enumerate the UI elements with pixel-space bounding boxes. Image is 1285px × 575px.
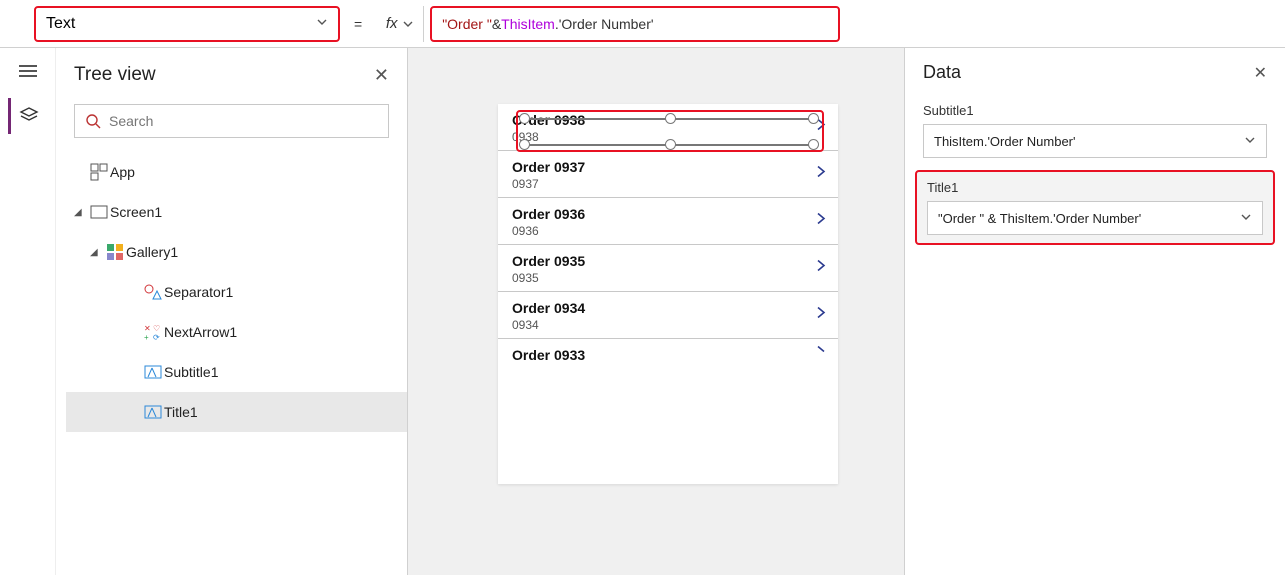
close-icon[interactable]: ✕ xyxy=(1254,63,1267,83)
resize-handle[interactable] xyxy=(519,139,530,150)
close-icon[interactable]: ✕ xyxy=(374,65,389,86)
selection-top-edge xyxy=(524,118,814,120)
property-dropdown[interactable]: Text xyxy=(34,6,340,42)
chevron-right-icon[interactable] xyxy=(814,259,828,278)
chevron-down-icon xyxy=(1240,211,1252,226)
formula-token-string: "Order " xyxy=(442,16,492,32)
svg-text:✕: ✕ xyxy=(144,324,151,333)
screen-icon xyxy=(88,205,110,219)
left-rail xyxy=(0,48,56,575)
item-title: Order 0935 xyxy=(512,253,824,269)
tree-node-separator[interactable]: Separator1 xyxy=(66,272,407,312)
tree-list: App ◢ Screen1 ◢ Gallery1 Separa xyxy=(56,152,407,432)
tree-node-label: Subtitle1 xyxy=(164,364,218,380)
expand-icon[interactable]: ◢ xyxy=(90,247,104,258)
tree-node-label: App xyxy=(110,164,135,180)
formula-token-keyword: ThisItem xyxy=(501,16,555,32)
data-panel-title: Data xyxy=(923,62,961,83)
tree-node-title[interactable]: Title1 xyxy=(66,392,407,432)
gallery-item[interactable]: Order 0936 0936 xyxy=(498,198,838,245)
expand-icon[interactable]: ◢ xyxy=(74,207,88,218)
resize-handle[interactable] xyxy=(808,113,819,124)
tree-node-screen[interactable]: ◢ Screen1 xyxy=(66,192,407,232)
gallery-item[interactable]: Order 0937 0937 xyxy=(498,151,838,198)
equals-label: = xyxy=(354,16,362,32)
svg-text:⟳: ⟳ xyxy=(153,333,160,341)
formula-bar: Text = fx "Order " & ThisItem . 'Order N… xyxy=(0,0,1285,48)
field-input-title1[interactable]: "Order " & ThisItem.'Order Number' xyxy=(927,201,1263,235)
tree-node-label: Screen1 xyxy=(110,204,162,220)
data-panel: Data ✕ Subtitle1 ThisItem.'Order Number'… xyxy=(905,48,1285,575)
gallery-item[interactable]: Order 0935 0935 xyxy=(498,245,838,292)
chevron-down-icon xyxy=(1244,134,1256,149)
field-input-subtitle1[interactable]: ThisItem.'Order Number' xyxy=(923,124,1267,158)
hamburger-icon[interactable] xyxy=(19,62,37,80)
fx-button[interactable]: fx xyxy=(376,6,424,42)
tree-search[interactable] xyxy=(74,104,389,138)
item-subtitle: 0934 xyxy=(512,318,824,332)
label-icon xyxy=(142,403,164,421)
tree-node-app[interactable]: App xyxy=(66,152,407,192)
resize-handle[interactable] xyxy=(665,139,676,150)
item-title: Order 0936 xyxy=(512,206,824,222)
formula-token-operator: & xyxy=(492,16,501,32)
layers-icon xyxy=(19,106,39,126)
tree-node-label: Gallery1 xyxy=(126,244,178,260)
field-label: Subtitle1 xyxy=(923,103,1267,118)
item-subtitle: 0937 xyxy=(512,177,824,191)
item-subtitle: 0935 xyxy=(512,271,824,285)
svg-text:♡: ♡ xyxy=(153,324,160,333)
tree-view-panel: Tree view ✕ App ◢ Scree xyxy=(56,48,408,575)
item-subtitle: 0936 xyxy=(512,224,824,238)
screen-preview: Order 0938 0938 Order 0937 0937 Order 09… xyxy=(498,104,838,484)
canvas-area[interactable]: Order 0938 0938 Order 0937 0937 Order 09… xyxy=(408,48,905,575)
item-title: Order 0933 xyxy=(512,347,824,363)
fx-label: fx xyxy=(386,15,398,32)
formula-token-property: 'Order Number' xyxy=(559,16,654,32)
gallery-item[interactable]: Order 0934 0934 xyxy=(498,292,838,339)
tree-node-nextarrow[interactable]: ✕♡ + ⟳ NextArrow1 xyxy=(66,312,407,352)
resize-handle[interactable] xyxy=(665,113,676,124)
label-icon xyxy=(142,363,164,381)
gallery-icon xyxy=(104,243,126,261)
field-value: ThisItem.'Order Number' xyxy=(934,134,1076,149)
tree-node-label: NextArrow1 xyxy=(164,324,237,340)
field-title1: Title1 "Order " & ThisItem.'Order Number… xyxy=(915,170,1275,245)
chevron-right-icon[interactable] xyxy=(814,212,828,231)
tree-view-title: Tree view xyxy=(74,64,156,86)
resize-handle[interactable] xyxy=(808,139,819,150)
field-subtitle1: Subtitle1 ThisItem.'Order Number' xyxy=(905,93,1285,164)
property-dropdown-label: Text xyxy=(46,15,75,33)
app-icon xyxy=(88,163,110,181)
tree-node-subtitle[interactable]: Subtitle1 xyxy=(66,352,407,392)
tree-node-gallery[interactable]: ◢ Gallery1 xyxy=(66,232,407,272)
selection-bottom-edge xyxy=(524,144,814,146)
tree-node-label: Title1 xyxy=(164,404,198,420)
svg-text:+: + xyxy=(144,333,149,341)
item-title: Order 0937 xyxy=(512,159,824,175)
item-title: Order 0934 xyxy=(512,300,824,316)
chevron-down-icon xyxy=(316,15,328,33)
chevron-right-icon[interactable] xyxy=(814,165,828,184)
field-value: "Order " & ThisItem.'Order Number' xyxy=(938,211,1141,226)
field-label: Title1 xyxy=(927,180,1263,195)
chevron-right-icon[interactable] xyxy=(814,306,828,325)
formula-input[interactable]: "Order " & ThisItem . 'Order Number' xyxy=(430,6,840,42)
search-icon xyxy=(85,113,101,129)
icons-icon: ✕♡ + ⟳ xyxy=(142,323,164,341)
gallery-item[interactable]: Order 0933 xyxy=(498,339,838,369)
chevron-right-icon[interactable] xyxy=(814,345,828,364)
chevron-down-icon xyxy=(402,18,414,30)
resize-handle[interactable] xyxy=(519,113,530,124)
search-input[interactable] xyxy=(109,113,378,129)
shapes-icon xyxy=(142,283,164,301)
tree-node-label: Separator1 xyxy=(164,284,233,300)
tree-view-tab[interactable] xyxy=(8,98,48,134)
